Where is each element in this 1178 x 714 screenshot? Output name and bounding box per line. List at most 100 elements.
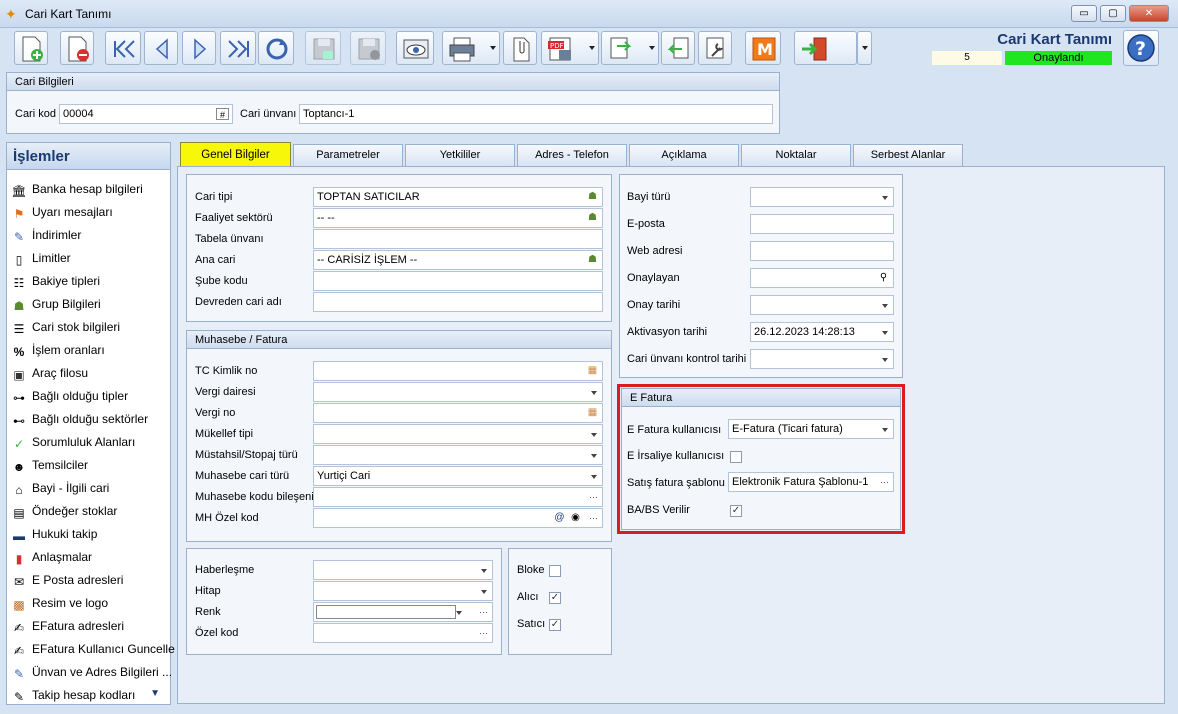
sidebar-item-banka[interactable]: 🏛 Banka hesap bilgileri: [11, 179, 142, 199]
sidebar-item-anlasmalar[interactable]: ▮ Anlaşmalar: [11, 547, 92, 567]
sidebar-item-sektorler[interactable]: ⊷ Bağlı olduğu sektörler: [11, 409, 148, 429]
sidebar-scroll-down-icon[interactable]: ▼: [150, 688, 160, 699]
group-picker-icon[interactable]: ☗: [586, 191, 599, 203]
previous-record-button[interactable]: [144, 31, 178, 65]
m-module-button[interactable]: M: [745, 31, 781, 65]
mustahsil-dropdown[interactable]: [313, 445, 603, 465]
calendar-icon[interactable]: ▦: [586, 407, 599, 419]
sidebar-item-eposta[interactable]: ✉ E Posta adresleri: [11, 570, 123, 590]
haberlesme-dropdown[interactable]: [313, 560, 493, 580]
sidebar-item-indirimler[interactable]: ✎ İndirimler: [11, 225, 81, 245]
hitap-dropdown[interactable]: [313, 581, 493, 601]
eposta-field[interactable]: [750, 214, 894, 234]
transfer-dropdown-arrow-icon[interactable]: [649, 46, 655, 50]
preview-button[interactable]: [396, 31, 434, 65]
tabela-field[interactable]: [313, 229, 603, 249]
cari-picker-icon[interactable]: ☗: [586, 254, 599, 266]
tab-genel-bilgiler[interactable]: Genel Bilgiler: [180, 142, 291, 168]
vergi-dairesi-dropdown[interactable]: [313, 382, 603, 402]
sidebar-item-takip[interactable]: ✎ Takip hesap kodları: [11, 685, 135, 705]
sidebar-item-bayi[interactable]: ⌂ Bayi - İlgili cari: [11, 478, 109, 498]
tc-field[interactable]: ▦: [313, 361, 603, 381]
minimize-button[interactable]: ▭: [1071, 5, 1097, 22]
devreden-field[interactable]: [313, 292, 603, 312]
sidebar-item-uyari[interactable]: ⚑ Uyarı mesajları: [11, 202, 113, 222]
first-record-button[interactable]: [105, 31, 141, 65]
sube-field[interactable]: [313, 271, 603, 291]
ellipsis-icon[interactable]: ···: [479, 624, 488, 642]
sidebar-item-resim[interactable]: ▩ Resim ve logo: [11, 593, 108, 613]
sidebar-item-sorumluluk[interactable]: ✓ Sorumluluk Alanları: [11, 432, 135, 452]
bloke-checkbox[interactable]: [549, 565, 561, 577]
sidebar-item-grup[interactable]: ☗ Grup Bilgileri: [11, 294, 101, 314]
ellipsis-icon[interactable]: ···: [589, 488, 598, 506]
attachment-button[interactable]: [503, 31, 537, 65]
bayi-turu-dropdown[interactable]: [750, 187, 894, 207]
sidebar-item-efatura-adres[interactable]: ✍ EFatura adresleri: [11, 616, 124, 636]
sidebar-item-arac[interactable]: ▣ Araç filosu: [11, 363, 88, 383]
ellipsis-icon[interactable]: ···: [589, 509, 598, 527]
sidebar-item-limitler[interactable]: ▯ Limitler: [11, 248, 71, 268]
exit-button[interactable]: [794, 31, 857, 65]
transfer-button[interactable]: [601, 31, 659, 65]
calendar-icon[interactable]: ▦: [586, 365, 599, 377]
last-record-button[interactable]: [220, 31, 256, 65]
sidebar-item-hukuki[interactable]: ▬ Hukuki takip: [11, 524, 97, 544]
mh-ozel-field[interactable]: @ ◉ ···: [313, 508, 603, 528]
refresh-button[interactable]: [258, 31, 294, 65]
muh-cari-turu-dropdown[interactable]: Yurtiçi Cari: [313, 466, 603, 486]
ellipsis-icon[interactable]: ···: [479, 603, 488, 621]
sidebar-item-bakiye[interactable]: ☷ Bakiye tipleri: [11, 271, 100, 291]
mukellef-dropdown[interactable]: [313, 424, 603, 444]
save-button[interactable]: [305, 31, 341, 65]
renk-picker[interactable]: ···: [313, 602, 493, 622]
tools-button[interactable]: [698, 31, 732, 65]
sidebar-item-tipler[interactable]: ⊶ Bağlı olduğu tipler: [11, 386, 128, 406]
ana-cari-field[interactable]: -- CARİSİZ İŞLEM -- ☗: [313, 250, 603, 270]
ozel-kod-field[interactable]: ···: [313, 623, 493, 643]
onay-tarihi-dropdown[interactable]: [750, 295, 894, 315]
tab-noktalar[interactable]: Noktalar: [741, 144, 851, 166]
sidebar-item-efatura-guncelle[interactable]: ✍ EFatura Kullanıcı Guncelle: [11, 639, 175, 659]
save-close-button[interactable]: [350, 31, 386, 65]
cari-unvan-field[interactable]: Toptancı-1: [299, 104, 773, 124]
alici-checkbox[interactable]: ✓: [549, 592, 561, 604]
tab-yetkililer[interactable]: Yetkililer: [405, 144, 515, 166]
sidebar-item-ondeger[interactable]: ▤ Öndeğer stoklar: [11, 501, 117, 521]
cari-tipi-field[interactable]: TOPTAN SATICILAR ☗: [313, 187, 603, 207]
user-search-icon[interactable]: ⚲: [877, 272, 890, 284]
sidebar-item-temsilciler[interactable]: ☻ Temsilciler: [11, 455, 88, 475]
sidebar-item-cari-stok[interactable]: ☰ Cari stok bilgileri: [11, 317, 120, 337]
next-record-button[interactable]: [182, 31, 216, 65]
help-button[interactable]: ?: [1123, 30, 1159, 66]
hash-picker-icon[interactable]: #: [216, 108, 229, 120]
maximize-button[interactable]: ▢: [1100, 5, 1126, 22]
new-record-button[interactable]: [14, 31, 48, 65]
muh-kodu-field[interactable]: ···: [313, 487, 603, 507]
sidebar-item-islem-oranlari[interactable]: % İşlem oranları: [11, 340, 105, 360]
vergi-no-field[interactable]: ▦: [313, 403, 603, 423]
onaylayan-field[interactable]: ⚲: [750, 268, 894, 288]
tab-serbest-alanlar[interactable]: Serbest Alanlar: [853, 144, 963, 166]
pdf-dropdown-arrow-icon[interactable]: [589, 46, 595, 50]
tab-aciklama[interactable]: Açıklama: [629, 144, 739, 166]
import-button[interactable]: [661, 31, 695, 65]
satici-checkbox[interactable]: ✓: [549, 619, 561, 631]
print-dropdown-arrow-icon[interactable]: [490, 46, 496, 50]
sector-picker-icon[interactable]: ☗: [586, 212, 599, 224]
close-button[interactable]: ✕: [1129, 5, 1169, 22]
tab-parametreler[interactable]: Parametreler: [293, 144, 403, 166]
print-button[interactable]: [442, 31, 500, 65]
delete-record-button[interactable]: [60, 31, 94, 65]
web-field[interactable]: [750, 241, 894, 261]
cari-kod-field[interactable]: 00004 #: [59, 104, 233, 124]
preview-icon[interactable]: ◉: [569, 512, 582, 524]
at-icon[interactable]: @: [553, 512, 566, 524]
pdf-export-button[interactable]: PDF: [541, 31, 599, 65]
faaliyet-field[interactable]: -- -- ☗: [313, 208, 603, 228]
tab-adres-telefon[interactable]: Adres - Telefon: [517, 144, 627, 166]
unvan-kontrol-dropdown[interactable]: [750, 349, 894, 369]
exit-dropdown-button[interactable]: [857, 31, 872, 65]
sidebar-item-unvan-adres[interactable]: ✎ Ünvan ve Adres Bilgileri ...: [11, 662, 172, 682]
aktivasyon-dropdown[interactable]: 26.12.2023 14:28:13: [750, 322, 894, 342]
